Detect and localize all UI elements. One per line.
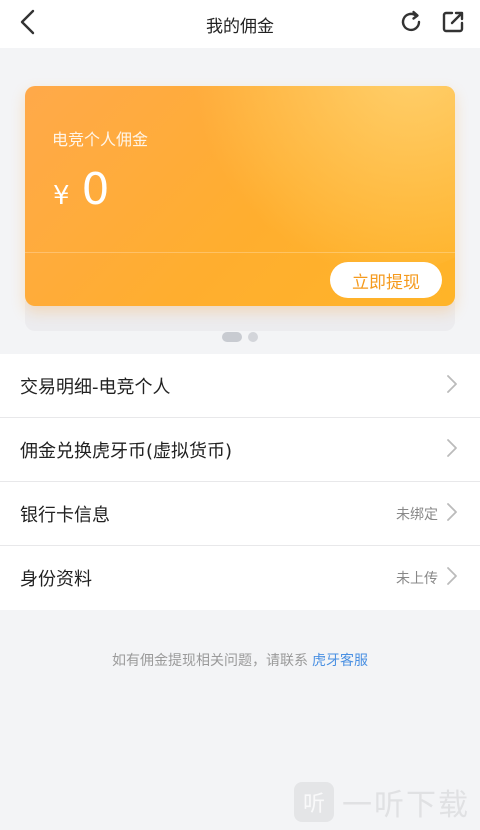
share-button[interactable] xyxy=(438,9,468,39)
menu-list: 交易明细-电竞个人 佣金兑换虎牙币(虚拟货币) 银行卡信息 未绑定 身份资料 未… xyxy=(0,354,480,610)
status-text: 未绑定 xyxy=(396,507,438,523)
share-icon xyxy=(440,9,466,39)
refresh-icon xyxy=(398,9,424,39)
amount-row: ¥ 0 xyxy=(53,164,110,215)
commission-card: 电竞个人佣金 ¥ 0 立即提现 xyxy=(25,86,455,306)
watermark: 听 一听下载 xyxy=(294,780,470,824)
list-item-label: 身份资料 xyxy=(20,569,92,590)
list-item-identity[interactable]: 身份资料 未上传 xyxy=(0,546,480,610)
list-item-right: 未上传 xyxy=(396,546,458,610)
top-bar: 我的佣金 xyxy=(0,0,480,48)
list-item-right xyxy=(446,354,458,418)
card-glow xyxy=(195,86,455,276)
help-note-text: 如有佣金提现相关问题，请联系 xyxy=(112,653,308,669)
list-item-transactions[interactable]: 交易明细-电竞个人 xyxy=(0,354,480,418)
carousel-dot xyxy=(248,332,258,342)
header-actions xyxy=(396,9,468,39)
list-item-label: 银行卡信息 xyxy=(20,504,110,526)
list-item-label: 交易明细-电竞个人 xyxy=(20,376,171,398)
customer-service-link[interactable]: 虎牙客服 xyxy=(312,653,368,669)
list-item-bank-card[interactable]: 银行卡信息 未绑定 xyxy=(0,482,480,546)
currency-symbol: ¥ xyxy=(53,181,70,211)
list-item-right xyxy=(446,418,458,482)
list-item-label: 佣金兑换虎牙币(虚拟货币) xyxy=(20,440,233,462)
carousel-indicator xyxy=(0,332,480,342)
watermark-logo: 听 xyxy=(294,782,334,822)
carousel-dot xyxy=(222,332,242,342)
card-label: 电竞个人佣金 xyxy=(52,130,149,149)
card-carousel[interactable]: 电竞个人佣金 ¥ 0 立即提现 xyxy=(0,48,480,354)
chevron-right-icon xyxy=(446,374,458,398)
watermark-text: 一听下载 xyxy=(342,788,470,823)
status-text: 未上传 xyxy=(396,571,438,587)
chevron-left-icon xyxy=(18,9,36,39)
commission-amount: 0 xyxy=(81,164,110,215)
chevron-right-icon xyxy=(446,566,458,590)
help-note: 如有佣金提现相关问题，请联系 虎牙客服 xyxy=(0,650,480,670)
refresh-button[interactable] xyxy=(396,9,426,39)
list-item-exchange[interactable]: 佣金兑换虎牙币(虚拟货币) xyxy=(0,418,480,482)
chevron-right-icon xyxy=(446,438,458,462)
list-item-right: 未绑定 xyxy=(396,482,458,546)
page-title: 我的佣金 xyxy=(206,16,274,37)
chevron-right-icon xyxy=(446,502,458,526)
card-divider xyxy=(25,252,455,253)
withdraw-button[interactable]: 立即提现 xyxy=(330,262,442,298)
commission-page: 我的佣金 电竞个人佣金 ¥ 0 立即提现 交易明细-电竞个人 佣金兑换虎牙币(虚… xyxy=(0,0,480,830)
back-button[interactable] xyxy=(12,9,42,39)
